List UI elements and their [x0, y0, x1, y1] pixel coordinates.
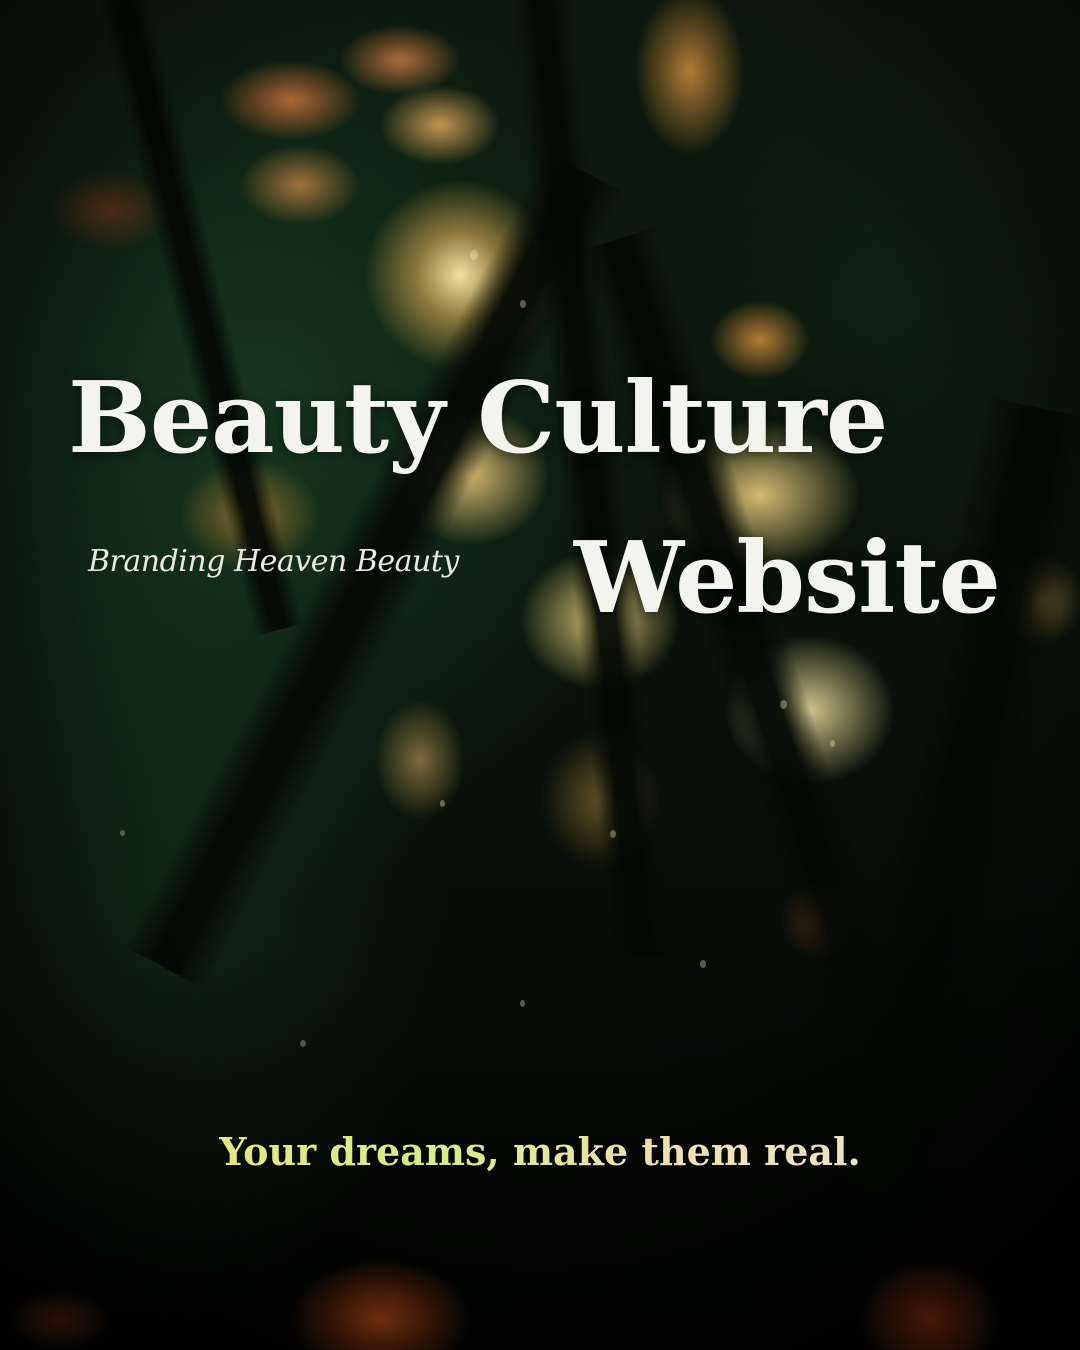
- rain-droplet: [830, 740, 835, 747]
- rain-droplet: [520, 1000, 525, 1007]
- rain-droplet: [300, 1040, 306, 1047]
- rain-droplet: [700, 960, 706, 968]
- script-tagline: Branding Heaven Beauty: [88, 544, 459, 579]
- rain-droplet: [120, 830, 125, 836]
- rain-droplet: [470, 250, 478, 260]
- leaf-shadow: [507, 0, 673, 961]
- tagline: Your dreams, make them real.: [0, 1128, 1080, 1176]
- leaf-shadow: [818, 396, 1080, 1204]
- rain-droplet: [610, 830, 616, 838]
- poster: Beauty Culture Branding Heaven Beauty We…: [0, 0, 1080, 1350]
- title-line-1: Beauty Culture: [68, 361, 888, 476]
- title-line-2: Website: [574, 521, 1001, 636]
- rain-droplet: [440, 800, 445, 807]
- rain-droplet: [520, 300, 526, 308]
- rain-droplet: [780, 700, 787, 709]
